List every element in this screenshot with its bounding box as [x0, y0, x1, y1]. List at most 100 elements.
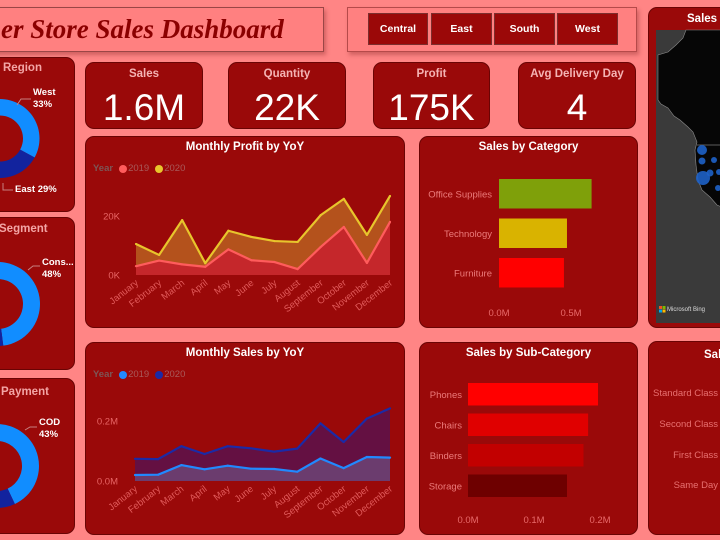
data-point[interactable]	[319, 245, 322, 249]
x-tick-label: 0.2M	[589, 515, 610, 526]
data-point[interactable]	[249, 447, 253, 450]
sales-map-card: Sales Microsoft Bing	[648, 7, 720, 328]
data-point[interactable]	[226, 445, 229, 448]
map-bubble[interactable]	[697, 145, 707, 155]
data-point[interactable]	[226, 464, 229, 467]
payment-donut-card: Payment COD 43%	[0, 378, 75, 534]
kpi-value: 175K	[388, 87, 475, 128]
x-tick-label: March	[159, 278, 187, 303]
x-tick-label: June	[233, 484, 256, 505]
category-label: Storage	[429, 481, 462, 492]
data-point[interactable]	[342, 467, 345, 470]
sales-by-subcategory-card: Sales by Sub-Category Phones Chairs Binder…	[419, 342, 638, 535]
data-point[interactable]	[342, 440, 345, 444]
data-point[interactable]	[365, 417, 368, 420]
data-point[interactable]	[134, 242, 138, 246]
data-point[interactable]	[203, 468, 206, 471]
bar-chairs[interactable]	[468, 413, 589, 437]
bar-technology[interactable]	[499, 218, 567, 249]
x-tick-label: March	[159, 484, 187, 509]
data-point[interactable]	[272, 467, 276, 471]
data-point[interactable]	[365, 261, 369, 265]
data-point[interactable]	[249, 467, 253, 470]
donut-label-value: 48%	[42, 269, 62, 280]
dashboard-title-box: er Store Sales Dashboard	[0, 7, 324, 52]
data-point[interactable]	[181, 263, 184, 266]
data-point[interactable]	[227, 229, 230, 232]
monthly-sales-card: Monthly Sales by YoY Year 2019 2020 0.0M…	[85, 342, 405, 535]
slicer-button-south[interactable]: South	[494, 13, 555, 45]
bar-phones[interactable]	[468, 383, 599, 406]
category-label: Office Supplies	[428, 189, 492, 200]
data-point[interactable]	[273, 239, 276, 243]
data-point[interactable]	[296, 470, 299, 473]
slicer-button-east[interactable]: East	[431, 13, 492, 45]
category-label: Technology	[444, 229, 492, 240]
data-point[interactable]	[180, 464, 183, 467]
data-point[interactable]	[250, 259, 253, 262]
map-attribution: Microsoft Bing	[667, 307, 706, 313]
logo-square	[662, 309, 666, 313]
data-point[interactable]	[365, 455, 368, 459]
data-point[interactable]	[388, 220, 392, 223]
x-tick-label: 0.0M	[457, 515, 478, 526]
donut-label-cod: COD 43%	[39, 417, 60, 441]
sales-by-category-card: Sales by Category Office Supplies Technol…	[419, 136, 638, 328]
segment-donut-card: Segment Cons... 48%	[0, 217, 75, 370]
sales-map[interactable]	[649, 8, 720, 328]
data-point[interactable]	[133, 457, 137, 460]
data-point[interactable]	[157, 253, 161, 257]
kpi-value: 22K	[254, 87, 320, 128]
donut-label-text: Cons...	[42, 257, 74, 268]
data-point[interactable]	[319, 214, 322, 217]
data-point[interactable]	[342, 197, 345, 200]
donut-label-text: COD	[39, 417, 61, 428]
data-point[interactable]	[296, 240, 299, 244]
data-point[interactable]	[227, 248, 230, 251]
data-point[interactable]	[342, 225, 345, 229]
data-point[interactable]	[273, 260, 276, 264]
x-tick-label: 0.1M	[523, 515, 544, 526]
kpi-value: 1.6M	[102, 87, 186, 128]
bar-binders[interactable]	[468, 444, 584, 467]
data-point[interactable]	[204, 265, 207, 268]
data-point[interactable]	[180, 445, 183, 448]
data-point[interactable]	[365, 233, 369, 236]
data-point[interactable]	[296, 447, 299, 450]
bar-storage[interactable]	[468, 474, 567, 498]
data-point[interactable]	[204, 262, 207, 265]
slicer-button-central[interactable]: Central	[368, 13, 428, 45]
data-point[interactable]	[388, 407, 392, 410]
data-point[interactable]	[134, 265, 138, 268]
region-donut-card: Region West 33% East 29%	[0, 57, 75, 212]
data-point[interactable]	[388, 194, 392, 198]
category-label: Furniture	[454, 268, 492, 279]
map-bubble[interactable]	[698, 157, 706, 165]
bar-furniture[interactable]	[499, 258, 564, 288]
segment-donut-chart	[0, 262, 40, 346]
x-tick-label: April	[188, 278, 210, 298]
y-tick-label: 0.0M	[97, 477, 118, 488]
data-point[interactable]	[133, 473, 137, 477]
data-point[interactable]	[250, 235, 253, 239]
sales-by-subcategory-chart: Phones Chairs Binders Storage 0.0M 0.1M 0.2M	[429, 383, 611, 526]
data-point[interactable]	[319, 422, 322, 425]
donut-slice-cons[interactable]	[0, 262, 40, 346]
data-point[interactable]	[203, 452, 206, 456]
data-point[interactable]	[272, 450, 276, 453]
x-tick-label: 0.0M	[488, 308, 509, 319]
map-bubble[interactable]	[706, 169, 714, 177]
data-point[interactable]	[296, 268, 299, 271]
data-point[interactable]	[319, 457, 322, 460]
bar-office-supplies[interactable]	[499, 179, 592, 209]
data-point[interactable]	[388, 456, 392, 459]
slicer-button-west[interactable]: West	[557, 13, 618, 45]
data-point[interactable]	[157, 458, 160, 461]
data-point[interactable]	[157, 259, 161, 262]
x-tick-label: 0.5M	[560, 308, 581, 319]
kpi-card-profit: Profit 175K	[373, 62, 490, 129]
map-bubble[interactable]	[711, 157, 717, 163]
kpi-label: Sales	[128, 68, 160, 80]
data-point[interactable]	[181, 219, 184, 222]
data-point[interactable]	[157, 473, 160, 476]
